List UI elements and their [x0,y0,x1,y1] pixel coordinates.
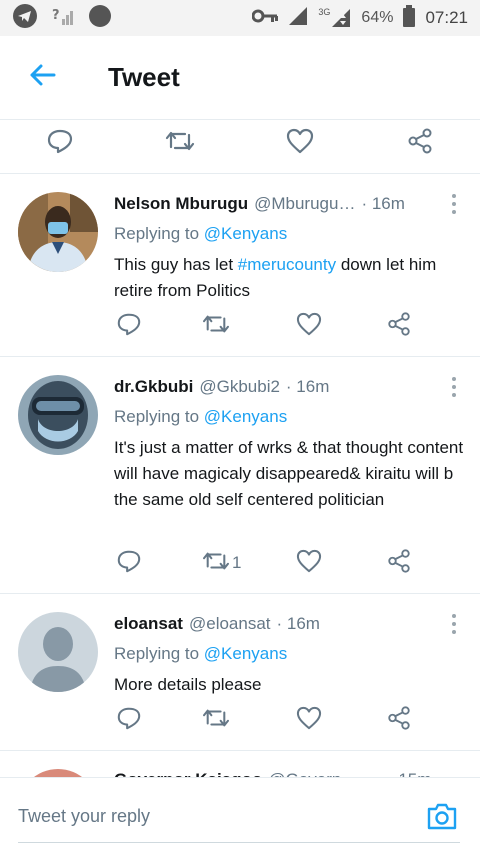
arrow-left-icon [28,63,56,92]
reply-button[interactable] [38,123,82,163]
svg-text:?: ? [52,8,60,23]
main-tweet-actions [0,121,480,174]
heart-icon [296,312,322,341]
avatar[interactable] [18,612,98,692]
tweet-text: It's just a matter of wrks & that though… [114,438,464,509]
camera-button[interactable] [424,800,460,836]
status-bar: ? 3G 64% 07:21 [0,0,480,36]
retweet-icon [202,312,230,341]
tweet-time: · 16m [276,614,320,633]
reply-icon [116,311,142,342]
reply-button[interactable] [116,700,142,740]
key-icon [251,8,279,29]
tweet-text: More details please [114,675,262,694]
share-button[interactable] [386,306,412,346]
tweet-text: This guy has let #merucounty down let hi… [114,255,437,300]
heart-icon [296,549,322,578]
reply-icon [116,705,142,736]
user-handle[interactable]: @Mburugu… [254,192,355,216]
tweet-actions [110,700,440,740]
hashtag-link[interactable]: #merucounty [238,255,336,274]
avatar[interactable] [18,375,98,455]
share-button[interactable] [398,123,442,163]
reply-icon [46,127,74,160]
retweet-button[interactable]: 1 [202,543,241,583]
more-options-button[interactable] [442,612,466,636]
reply-button[interactable] [116,543,142,583]
retweet-button[interactable] [158,123,202,163]
user-handle[interactable]: @Gkbubi2 [199,375,280,399]
tweet-time: 15m [398,768,431,777]
reply-composer: Tweet your reply [0,777,480,854]
share-icon [386,311,412,342]
signal-icon [288,6,308,31]
retweet-icon [202,706,230,735]
tweet-feed[interactable]: Nelson Mburugu @Mburugu… · 16m Replying … [0,121,480,777]
heart-icon [296,706,322,735]
mention-link[interactable]: @Kenyans [204,644,287,663]
display-name[interactable]: Nelson Mburugu [114,192,248,216]
reply-button[interactable] [116,306,142,346]
user-handle[interactable]: @eloansat [189,612,271,636]
retweet-button[interactable] [202,306,230,346]
tweet-time: · 16m [361,194,405,213]
page-title: Tweet [108,62,180,92]
mobile-data-icon: 3G [318,7,351,28]
share-icon [386,548,412,579]
telegram-icon [12,3,38,34]
share-icon [406,127,434,160]
retweet-icon [165,128,195,159]
more-options-button[interactable] [442,192,466,216]
battery-icon [403,4,416,32]
app-header: Tweet [0,36,480,120]
tweet-time: · 16m [285,377,330,396]
retweet-button[interactable] [202,700,230,740]
replying-to: Replying to @Kenyans [114,224,288,243]
circle-notification-icon [88,4,112,33]
avatar[interactable] [18,769,98,777]
clock: 07:21 [425,8,468,27]
like-button[interactable] [296,306,322,346]
like-button[interactable] [278,123,322,163]
like-button[interactable] [296,700,322,740]
reply-tweet[interactable]: dr.Gkbubi @Gkbubi2 · 16m Replying to @Ke… [0,357,480,594]
retweet-icon [202,549,230,578]
heart-icon [286,128,314,159]
display-name[interactable]: Governor Kaiagoo [114,768,262,777]
reply-tweet-partial[interactable]: Governor Kaiagoo @Govern… 15m [0,751,480,777]
tweet-actions: 1 [110,543,440,583]
reply-input[interactable]: Tweet your reply [18,806,150,827]
replying-to: Replying to @Kenyans [114,407,288,426]
reply-tweet[interactable]: eloansat @eloansat · 16m Replying to @Ke… [0,594,480,751]
share-button[interactable] [386,700,412,740]
display-name[interactable]: eloansat [114,612,183,636]
retweet-count: 1 [232,553,242,572]
more-options-button[interactable] [442,375,466,399]
display-name[interactable]: dr.Gkbubi [114,375,193,399]
input-underline [18,842,460,843]
battery-percent: 64% [361,9,394,26]
user-handle[interactable]: @Govern… [268,768,358,777]
share-button[interactable] [386,543,412,583]
camera-icon [426,802,458,835]
reply-icon [116,548,142,579]
reply-tweet[interactable]: Nelson Mburugu @Mburugu… · 16m Replying … [0,174,480,357]
avatar[interactable] [18,192,98,272]
like-button[interactable] [296,543,322,583]
share-icon [386,705,412,736]
back-button[interactable] [0,36,84,120]
replying-to: Replying to @Kenyans [114,644,288,663]
no-signal-icon: ? [52,5,74,32]
mention-link[interactable]: @Kenyans [204,407,287,426]
tweet-actions [110,306,440,346]
mention-link[interactable]: @Kenyans [204,224,287,243]
